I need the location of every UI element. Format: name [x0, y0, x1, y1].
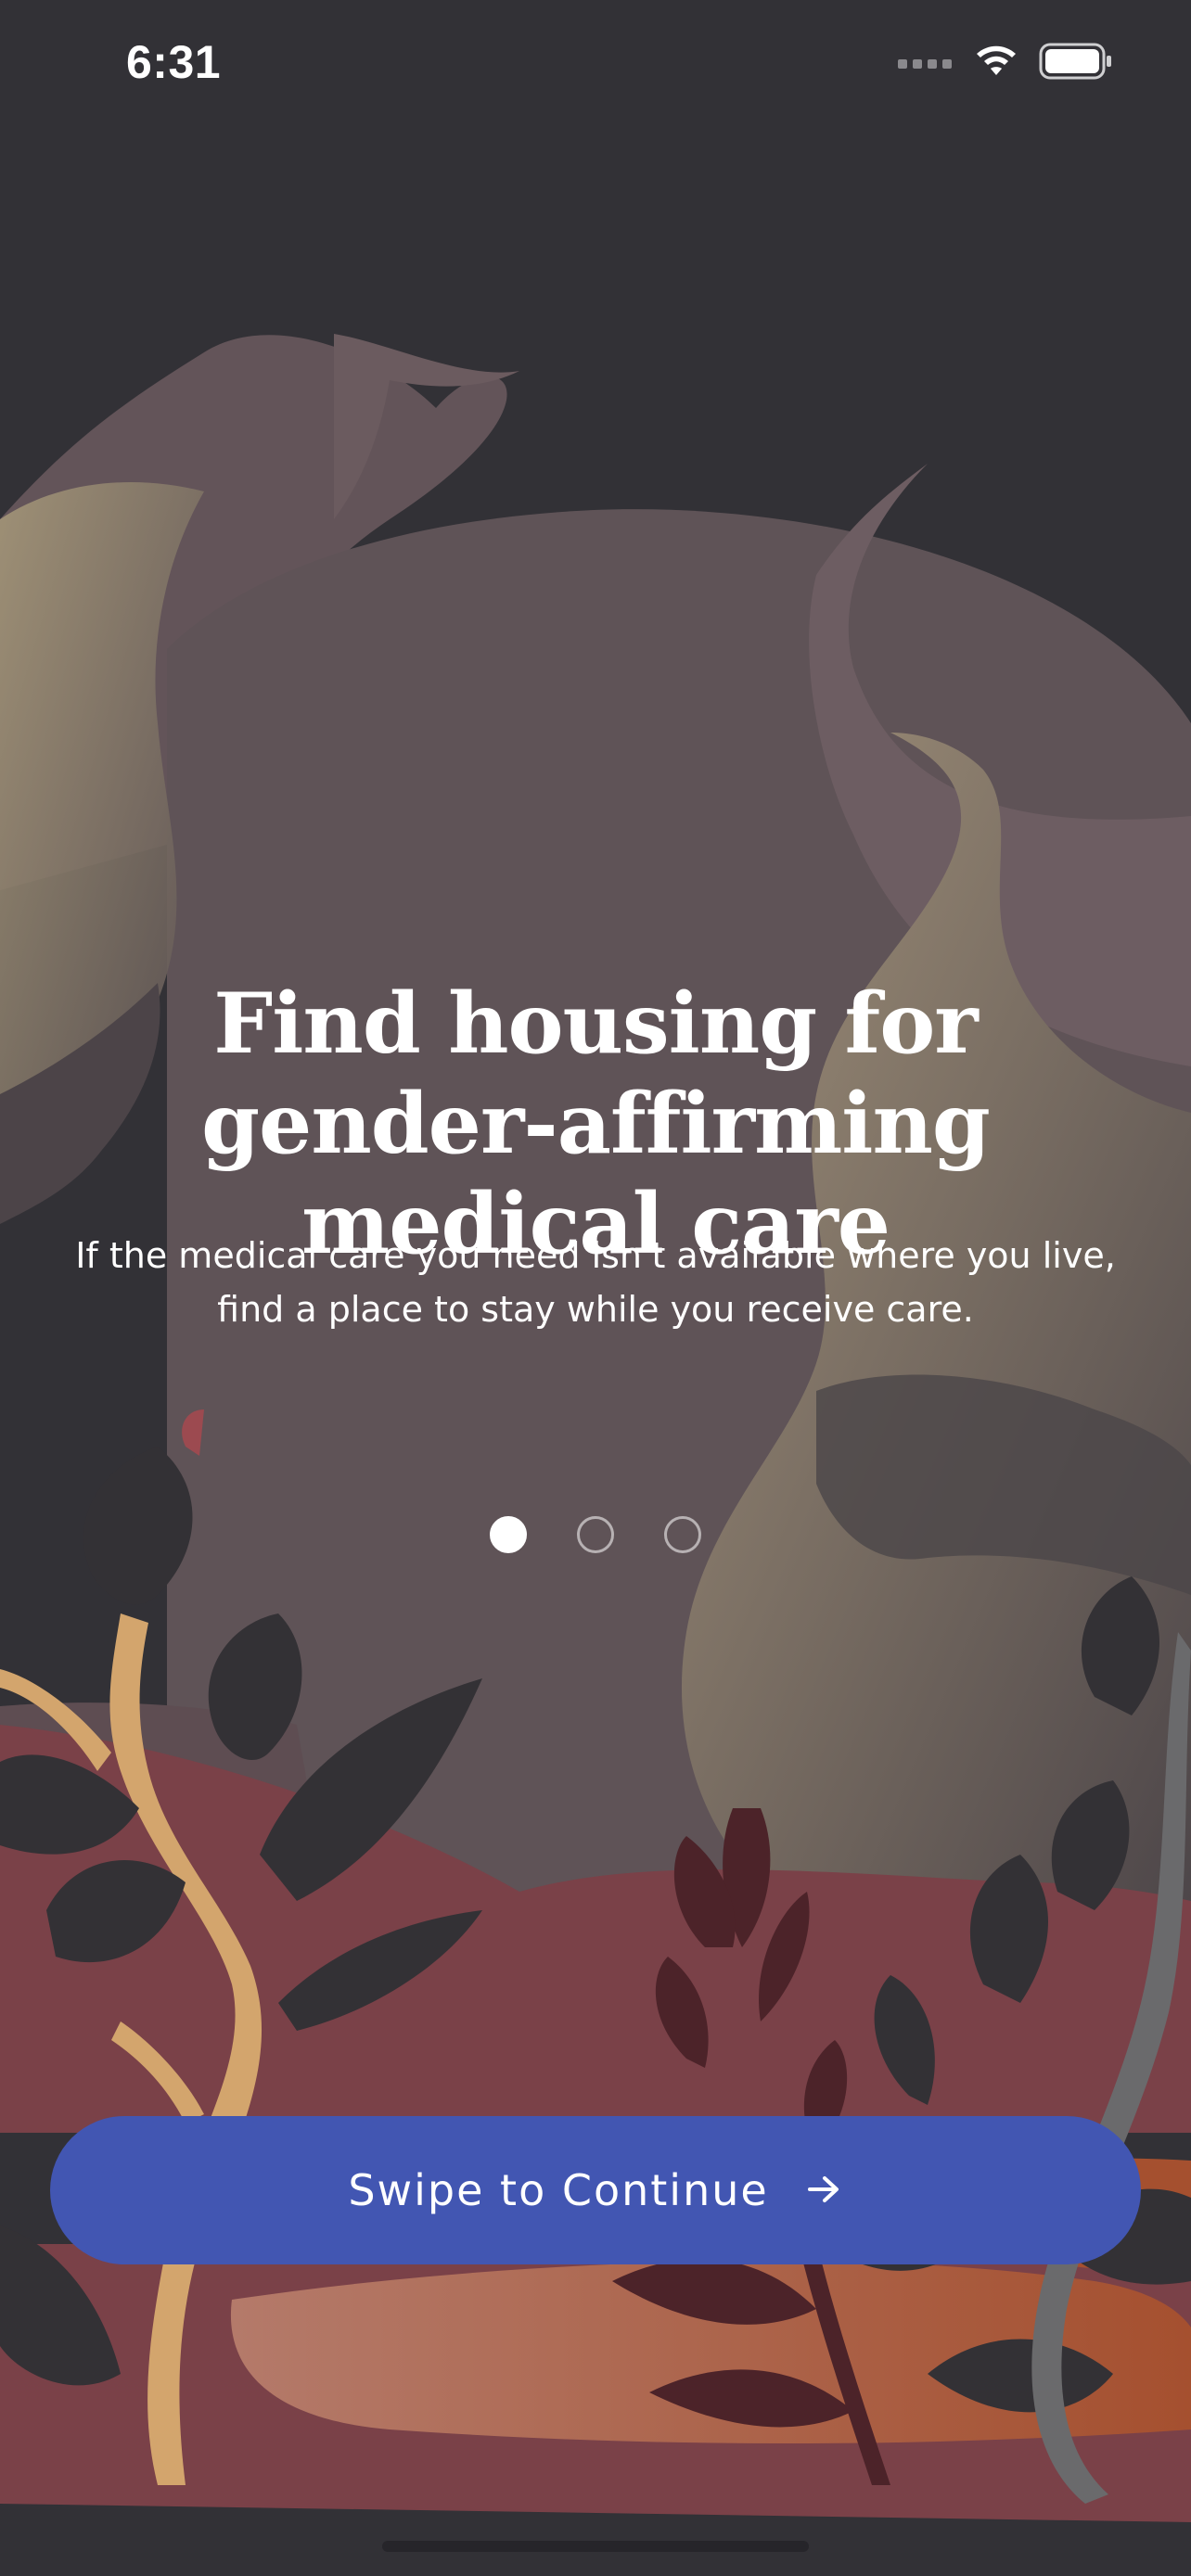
onboarding-description: If the medical care you need isn't avail…	[75, 1235, 1116, 1330]
swipe-to-continue-label: Swipe to Continue	[348, 2165, 769, 2215]
wifi-icon	[974, 44, 1018, 83]
swipe-to-continue-button[interactable]: Swipe to Continue	[50, 2116, 1141, 2264]
status-icons	[898, 43, 1113, 83]
onboarding-screen: 6:31 Find housing for gender-affirming m…	[0, 0, 1191, 2576]
page-dot-2[interactable]	[577, 1516, 614, 1553]
cellular-signal-icon	[898, 55, 954, 72]
battery-icon	[1039, 43, 1113, 83]
page-indicator[interactable]	[0, 1516, 1191, 1553]
home-indicator[interactable]	[382, 2541, 809, 2552]
page-dot-3[interactable]	[664, 1516, 701, 1553]
arrow-right-icon	[806, 2173, 843, 2209]
status-time: 6:31	[126, 36, 222, 88]
page-dot-1[interactable]	[490, 1516, 527, 1553]
